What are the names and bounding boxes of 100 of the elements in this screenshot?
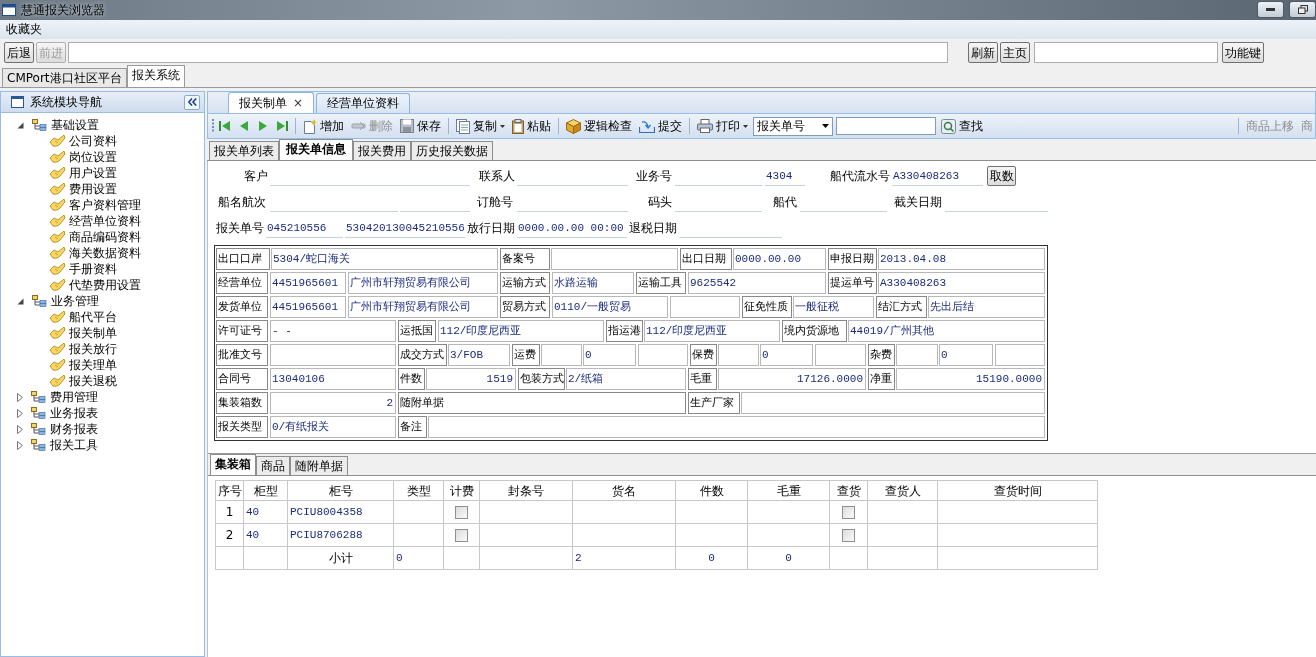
checkbox[interactable] (455, 506, 468, 519)
collapsed-arrow-icon[interactable] (17, 392, 23, 402)
input-field[interactable]: 先出后结 (928, 296, 1045, 318)
tree-item[interactable]: 基础设置 (51, 117, 99, 133)
input-field[interactable]: A330408263 (892, 166, 983, 186)
menu-item[interactable]: 收藏夹 (6, 20, 42, 39)
toolbar-button[interactable]: 主页 (1000, 42, 1030, 63)
input-field[interactable]: 112/印度尼西亚 (644, 320, 780, 342)
input-field[interactable]: 1519 (426, 368, 516, 390)
input-field[interactable]: 0000.00.00 (733, 248, 826, 270)
toolbar-button[interactable]: 查找 (939, 115, 985, 137)
column-header[interactable]: 查货 (829, 480, 868, 501)
input-field[interactable] (270, 344, 396, 366)
input-field[interactable]: 0 (583, 344, 636, 366)
input-field[interactable] (741, 392, 1045, 414)
tab[interactable]: 报关单信息 (279, 139, 353, 160)
close-button[interactable]: × (293, 93, 304, 113)
input-field[interactable]: 2/纸箱 (566, 368, 686, 390)
input-field[interactable] (541, 344, 582, 366)
toolbar-button[interactable]: 刷新 (968, 42, 998, 63)
input-field[interactable]: A330408263 (878, 272, 1045, 294)
tree-item[interactable]: 财务报表 (50, 421, 98, 437)
input-field[interactable]: 0110/一般贸易 (552, 296, 668, 318)
tree-item[interactable]: 经营单位资料 (69, 213, 141, 229)
tree-item[interactable]: 报关工具 (50, 437, 98, 453)
input-field[interactable]: 广州市轩翔贸易有限公司 (348, 272, 498, 294)
expanded-arrow-icon[interactable] (17, 297, 24, 305)
tab[interactable]: 报关制单 × (228, 92, 315, 113)
toolbar-button[interactable]: 功能键 (1222, 42, 1264, 63)
input-field[interactable]: 530420130045210556 (345, 218, 465, 238)
input-field[interactable]: 4451965601 (270, 296, 346, 318)
input-field[interactable] (638, 344, 688, 366)
input-field[interactable]: 0 (939, 344, 993, 366)
dropdown[interactable]: 报关单号 (753, 116, 833, 136)
tab[interactable]: CMPort港口社区平台 (2, 68, 127, 87)
tab[interactable]: 集装箱 (210, 454, 256, 475)
input-field[interactable]: 4451965601 (270, 272, 346, 294)
input-field[interactable]: 045210556 (266, 218, 343, 238)
tree-item[interactable]: 手册资料 (69, 261, 117, 277)
input-field[interactable] (718, 344, 759, 366)
restore-button[interactable] (1289, 0, 1316, 18)
input-field[interactable]: 2013.04.08 (878, 248, 1045, 270)
collapsed-arrow-icon[interactable] (17, 440, 23, 450)
column-header[interactable]: 类型 (393, 480, 444, 501)
tab[interactable]: 报关系统 (126, 65, 185, 87)
tree-item[interactable]: 岗位设置 (69, 149, 117, 165)
column-header[interactable]: 毛重 (747, 480, 830, 501)
input-field[interactable] (428, 416, 1045, 438)
tree-item[interactable]: 用户设置 (69, 165, 117, 181)
collapsed-arrow-icon[interactable] (17, 424, 23, 434)
address-field[interactable] (68, 42, 948, 63)
input-field[interactable] (896, 344, 938, 366)
tree-item[interactable]: 费用设置 (69, 181, 117, 197)
input-field[interactable]: 3/FOB (448, 344, 510, 366)
input-field[interactable]: 0000.00.00 00:00 (517, 218, 627, 238)
tab[interactable]: 报关单列表 (209, 141, 279, 160)
input-field[interactable]: 广州市轩翔贸易有限公司 (348, 296, 498, 318)
tree-item[interactable]: 公司资料 (69, 133, 117, 149)
column-header[interactable]: 查货时间 (937, 480, 1098, 501)
input-field[interactable]: 一般征税 (793, 296, 874, 318)
input-field[interactable]: 4304 (765, 166, 805, 186)
fetch-button[interactable]: 取数 (987, 166, 1016, 186)
tree-item[interactable]: 报关理单 (69, 357, 117, 373)
search-field[interactable] (836, 117, 936, 135)
tree-item[interactable]: 报关退税 (69, 373, 117, 389)
tree-item[interactable]: 报关制单 (69, 325, 117, 341)
tree-item[interactable]: 客户资料管理 (69, 197, 141, 213)
input-field[interactable] (995, 344, 1045, 366)
minimize-button[interactable] (1257, 0, 1284, 18)
input-field[interactable]: 17126.0000 (718, 368, 866, 390)
input-field[interactable]: 5304/蛇口海关 (271, 248, 498, 270)
collapse-button[interactable] (184, 94, 200, 110)
tree-item[interactable]: 业务管理 (51, 293, 99, 309)
input-field[interactable]: 0/有纸报关 (270, 416, 396, 438)
column-header[interactable]: 封条号 (479, 480, 573, 501)
input-field[interactable]: 13040106 (270, 368, 396, 390)
checkbox[interactable] (842, 529, 855, 542)
input-field[interactable] (815, 344, 866, 366)
tree-item[interactable]: 业务报表 (50, 405, 98, 421)
tab[interactable]: 商品 (256, 456, 290, 475)
tab[interactable]: 经营单位资料 (316, 93, 411, 113)
toolbar-button[interactable]: 保存 (398, 115, 443, 137)
input-field[interactable]: 0 (760, 344, 813, 366)
toolbar-button[interactable]: 粘贴 (510, 115, 553, 137)
column-header[interactable]: 柜号 (287, 480, 394, 501)
input-field[interactable]: 15190.0000 (896, 368, 1045, 390)
input-field[interactable] (551, 248, 678, 270)
input-field[interactable] (1034, 42, 1218, 63)
toolbar-button[interactable]: 后退 (4, 42, 34, 63)
input-field[interactable]: 水路运输 (552, 272, 634, 294)
tab[interactable]: 历史报关数据 (411, 141, 493, 160)
toolbar-button[interactable]: 逻辑检查 (564, 115, 634, 137)
input-field[interactable]: 2 (270, 392, 396, 414)
column-header[interactable]: 柜型 (243, 480, 288, 501)
toolbar-button[interactable]: 提交 (637, 115, 684, 137)
checkbox[interactable] (455, 529, 468, 542)
input-field[interactable]: 112/印度尼西亚 (438, 320, 604, 342)
input-field[interactable]: 9625542 (688, 272, 826, 294)
input-field[interactable]: 44019/广州其他 (848, 320, 1045, 342)
tree-item[interactable]: 代垫费用设置 (69, 277, 141, 293)
